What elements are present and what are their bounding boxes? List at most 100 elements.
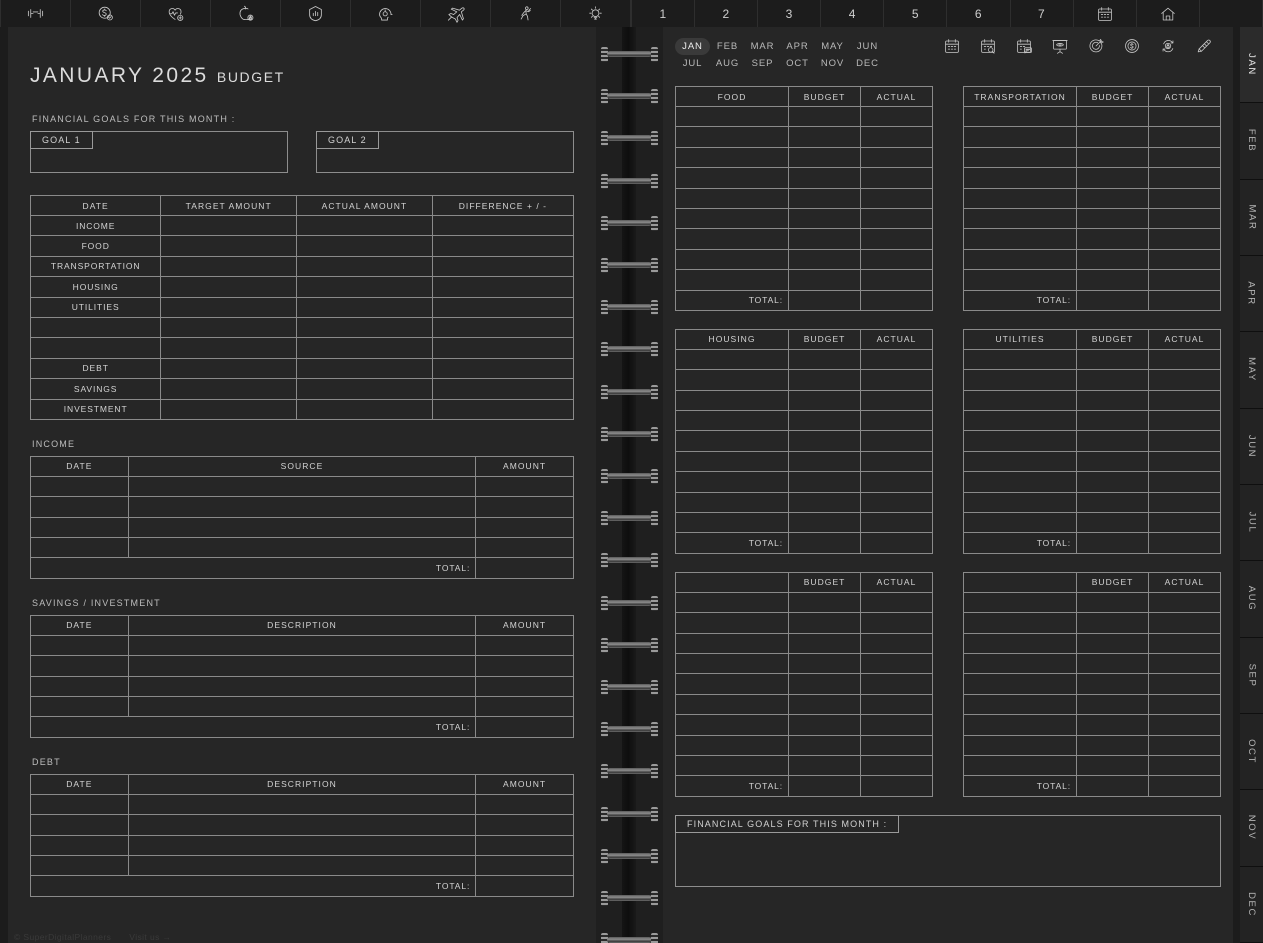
cell-actual[interactable] — [1149, 715, 1221, 735]
cell-actual[interactable] — [1149, 633, 1221, 653]
footer-visit-link[interactable]: Visit us → — [129, 932, 171, 942]
table-row[interactable] — [676, 755, 933, 775]
pen-icon[interactable] — [1195, 37, 1213, 60]
cell-budget[interactable] — [1077, 694, 1149, 714]
cell-item[interactable] — [964, 168, 1077, 188]
cell-budget[interactable] — [1077, 390, 1149, 410]
cell-item[interactable] — [964, 513, 1077, 533]
cell-budget[interactable] — [1077, 107, 1149, 127]
table-row[interactable] — [676, 188, 933, 208]
table-row[interactable] — [31, 794, 574, 814]
toolbar-cell-travel[interactable] — [421, 0, 491, 27]
table-row[interactable] — [31, 476, 574, 496]
table-row[interactable]: HOUSING — [31, 277, 574, 297]
cell-date[interactable] — [31, 697, 129, 717]
cell-description[interactable] — [128, 815, 476, 835]
cell-item[interactable] — [964, 613, 1077, 633]
total-budget[interactable] — [789, 776, 861, 796]
calendar-note-icon[interactable] — [1015, 37, 1033, 60]
table-row[interactable] — [964, 249, 1221, 269]
cell-actual[interactable] — [1149, 513, 1221, 533]
total-actual[interactable] — [1149, 776, 1221, 796]
cell-budget[interactable] — [789, 513, 861, 533]
cell-budget[interactable] — [1077, 349, 1149, 369]
table-row[interactable] — [676, 633, 933, 653]
cell-item[interactable] — [676, 674, 789, 694]
cell-actual[interactable] — [1149, 107, 1221, 127]
cell-budget[interactable] — [789, 653, 861, 673]
cell-target[interactable] — [161, 379, 297, 399]
cell-actual[interactable] — [861, 127, 933, 147]
cell-actual[interactable] — [861, 349, 933, 369]
cell-actual[interactable] — [861, 229, 933, 249]
cell-difference[interactable] — [432, 379, 573, 399]
cell-actual[interactable] — [1149, 411, 1221, 431]
toolbar-cell-mindset[interactable] — [351, 0, 421, 27]
cell-item[interactable] — [676, 107, 789, 127]
table-row[interactable] — [676, 249, 933, 269]
cell-actual[interactable] — [861, 592, 933, 612]
cell-actual[interactable] — [861, 674, 933, 694]
cell-actual[interactable] — [297, 277, 433, 297]
side-tab-aug[interactable]: AUG — [1240, 561, 1263, 637]
cell-item[interactable] — [676, 270, 789, 290]
cell-actual[interactable] — [1149, 208, 1221, 228]
cell-item[interactable] — [964, 370, 1077, 390]
cell-actual[interactable] — [297, 317, 433, 337]
side-tab-oct[interactable]: OCT — [1240, 714, 1263, 790]
cell-actual[interactable] — [861, 513, 933, 533]
cell-date[interactable] — [31, 538, 129, 558]
cell-item[interactable] — [964, 229, 1077, 249]
table-row[interactable] — [676, 592, 933, 612]
cell-description[interactable] — [128, 835, 476, 855]
table-row[interactable] — [31, 835, 574, 855]
table-row[interactable] — [964, 715, 1221, 735]
cell-budget[interactable] — [789, 694, 861, 714]
cell-actual[interactable] — [861, 451, 933, 471]
table-row[interactable] — [676, 653, 933, 673]
month-nov[interactable]: NOV — [815, 55, 850, 72]
cell-budget[interactable] — [1077, 270, 1149, 290]
cell-amount[interactable] — [476, 835, 574, 855]
toolbar-cell-ideas[interactable] — [561, 0, 631, 27]
cell-difference[interactable] — [432, 338, 573, 358]
table-row[interactable] — [31, 656, 574, 676]
side-tab-feb[interactable]: FEB — [1240, 103, 1263, 179]
cell-budget[interactable] — [1077, 208, 1149, 228]
table-row[interactable] — [31, 697, 574, 717]
side-tab-jul[interactable]: JUL — [1240, 485, 1263, 561]
table-row[interactable] — [964, 755, 1221, 775]
target-dart-icon[interactable] — [1087, 37, 1105, 60]
total-budget[interactable] — [789, 533, 861, 553]
cell-actual[interactable] — [1149, 755, 1221, 775]
coin-target-icon[interactable] — [1123, 37, 1141, 60]
section-table-0[interactable]: DATESOURCEAMOUNTTOTAL: — [30, 456, 574, 579]
cell-description[interactable] — [128, 656, 476, 676]
cell-date[interactable] — [31, 497, 129, 517]
cell-actual[interactable] — [1149, 674, 1221, 694]
cell-budget[interactable] — [789, 147, 861, 167]
table-row[interactable] — [676, 349, 933, 369]
toolbar-cell-finance[interactable] — [71, 0, 141, 27]
table-row[interactable] — [676, 451, 933, 471]
cell-actual[interactable] — [297, 236, 433, 256]
cell-budget[interactable] — [1077, 370, 1149, 390]
cell-budget[interactable] — [789, 168, 861, 188]
calendar-icon[interactable] — [943, 37, 961, 60]
cell-actual[interactable] — [1149, 370, 1221, 390]
cell-actual[interactable] — [861, 390, 933, 410]
cell-item[interactable] — [964, 694, 1077, 714]
cell-item[interactable] — [964, 653, 1077, 673]
cell-description[interactable] — [128, 855, 476, 875]
table-row[interactable] — [676, 674, 933, 694]
total-value[interactable] — [476, 876, 574, 896]
cell-budget[interactable] — [789, 755, 861, 775]
month-feb[interactable]: FEB — [710, 38, 745, 55]
category-table[interactable]: BUDGETACTUALTOTAL: — [675, 572, 933, 797]
month-selector[interactable]: JANFEBMARAPRMAYJUNJULAUGSEPOCTNOVDEC — [675, 35, 933, 72]
side-tab-apr[interactable]: APR — [1240, 256, 1263, 332]
cell-item[interactable] — [964, 390, 1077, 410]
cell-budget[interactable] — [789, 592, 861, 612]
table-row[interactable] — [31, 815, 574, 835]
cell-actual[interactable] — [1149, 249, 1221, 269]
